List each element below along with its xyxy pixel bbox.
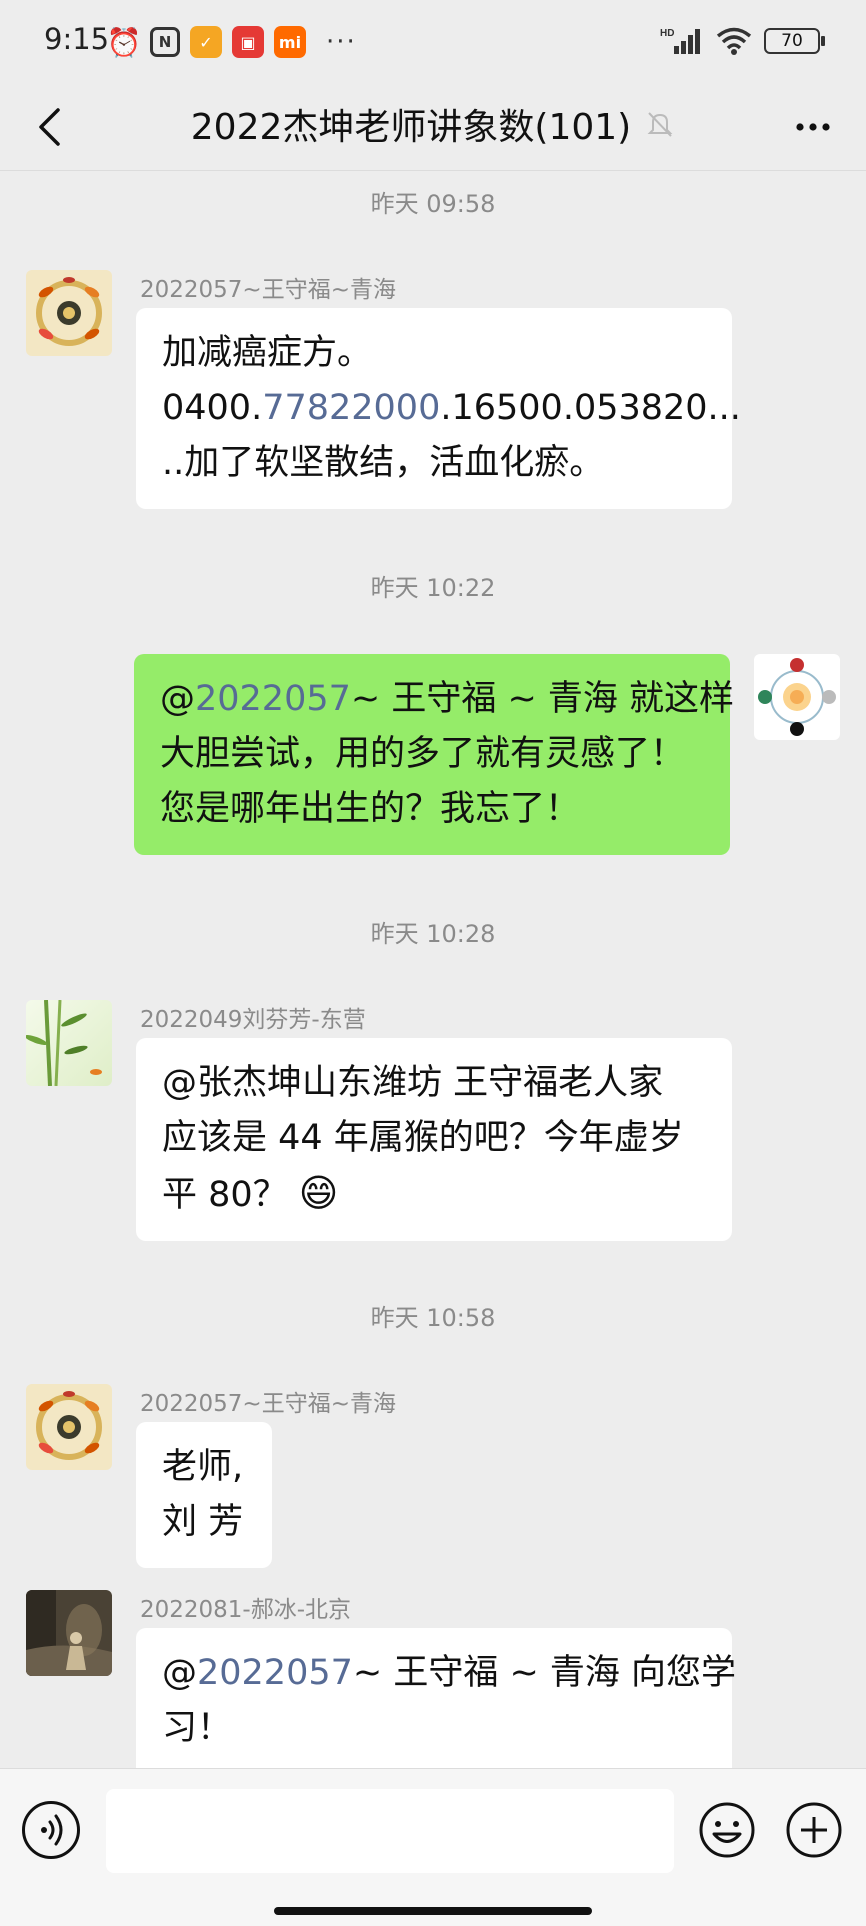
timestamp: 昨天 09:58 bbox=[370, 190, 496, 218]
message-line: 您是哪年出生的？我忘了！ bbox=[160, 789, 581, 829]
message-bubble[interactable]: 老师, 刘 芳 bbox=[136, 1422, 272, 1568]
mute-bell-icon bbox=[647, 112, 673, 137]
phone-number-link[interactable]: 77822000 bbox=[262, 388, 440, 428]
avatar[interactable] bbox=[26, 1000, 112, 1086]
status-time: 9:15 bbox=[44, 22, 110, 56]
my-avatar[interactable] bbox=[754, 654, 840, 740]
sender-name: 2022081-郝冰-北京 bbox=[140, 1597, 352, 1623]
timestamp: 昨天 10:58 bbox=[370, 1304, 496, 1332]
message-bubble[interactable]: @张杰坤山东潍坊 王守福老人家 应该是 44 年属猴的吧？今年虚岁 平 80？ … bbox=[136, 1038, 732, 1241]
timestamp: 昨天 10:22 bbox=[370, 574, 496, 602]
avatar[interactable] bbox=[26, 1590, 112, 1676]
voice-icon[interactable] bbox=[22, 1801, 80, 1859]
message-line: ..加了软坚散结，活血化瘀。 bbox=[162, 443, 605, 483]
svg-text:HD: HD bbox=[660, 28, 674, 39]
message-input[interactable] bbox=[106, 1789, 674, 1873]
emoji-icon[interactable] bbox=[698, 1801, 756, 1859]
mi-icon: mi bbox=[274, 26, 306, 58]
avatar[interactable] bbox=[26, 270, 112, 356]
signal-icon: HD bbox=[660, 28, 700, 54]
message-line: @张杰坤山东潍坊 王守福老人家 bbox=[162, 1063, 664, 1103]
more-notifications-icon: ··· bbox=[326, 27, 357, 57]
message-line: 刘 芳 bbox=[162, 1502, 244, 1542]
home-indicator[interactable] bbox=[274, 1907, 592, 1915]
chat-message-list[interactable]: 昨天 09:58 2022057~王守福~青海 加减癌症方。 0400.7782… bbox=[0, 170, 866, 1780]
app-orange-icon: ✓ bbox=[190, 26, 222, 58]
message-line: @2022057~ 王守福 ~ 青海 就这样 bbox=[160, 679, 735, 719]
sender-name: 2022049刘芬芳-东营 bbox=[140, 1007, 366, 1033]
chat-header: 2022杰坤老师讲象数(101) bbox=[0, 84, 866, 171]
message-line: 大胆尝试，用的多了就有灵感了！ bbox=[160, 734, 686, 774]
status-bar: 9:15 ⏰ N ✓ ▣ mi ··· HD 70 bbox=[0, 0, 866, 84]
message-line: 老师, bbox=[162, 1447, 244, 1487]
mention-link[interactable]: 2022057 bbox=[197, 1653, 353, 1693]
nfc-icon: N bbox=[150, 27, 180, 57]
message-line: 习！ bbox=[162, 1708, 233, 1748]
message-bubble[interactable]: @2022057~ 王守福 ~ 青海 向您学 习！ bbox=[136, 1628, 737, 1780]
message-line: 加减癌症方。 bbox=[162, 333, 373, 373]
mention-link[interactable]: 2022057 bbox=[195, 679, 351, 719]
wifi-icon bbox=[716, 27, 752, 55]
sender-name: 2022057~王守福~青海 bbox=[140, 1391, 396, 1417]
alarm-icon: ⏰ bbox=[106, 25, 142, 59]
input-bar bbox=[0, 1768, 866, 1926]
plus-icon[interactable] bbox=[785, 1801, 843, 1859]
more-icon[interactable] bbox=[788, 104, 838, 150]
avatar[interactable] bbox=[26, 1384, 112, 1470]
status-notification-icons: ⏰ N ✓ ▣ mi ··· bbox=[106, 25, 357, 59]
message-line: 平 80？ 😄 bbox=[162, 1171, 339, 1215]
grin-emoji: 😄 bbox=[298, 1171, 339, 1215]
message-line: 0400.77822000.16500.053820... bbox=[162, 388, 741, 428]
chat-title: 2022杰坤老师讲象数(101) bbox=[190, 107, 632, 148]
status-right-icons: HD 70 bbox=[660, 26, 825, 56]
message-line: 应该是 44 年属猴的吧？今年虚岁 bbox=[162, 1118, 684, 1158]
sender-name: 2022057~王守福~青海 bbox=[140, 277, 396, 303]
battery-indicator: 70 bbox=[764, 28, 825, 54]
message-bubble-outgoing[interactable]: @2022057~ 王守福 ~ 青海 就这样 大胆尝试，用的多了就有灵感了！ 您… bbox=[134, 654, 735, 855]
red-envelope-icon: ▣ bbox=[232, 26, 264, 58]
timestamp: 昨天 10:28 bbox=[370, 920, 496, 948]
message-bubble[interactable]: 加减癌症方。 0400.77822000.16500.053820... ..加… bbox=[136, 308, 741, 509]
message-line: @2022057~ 王守福 ~ 青海 向您学 bbox=[162, 1653, 737, 1693]
